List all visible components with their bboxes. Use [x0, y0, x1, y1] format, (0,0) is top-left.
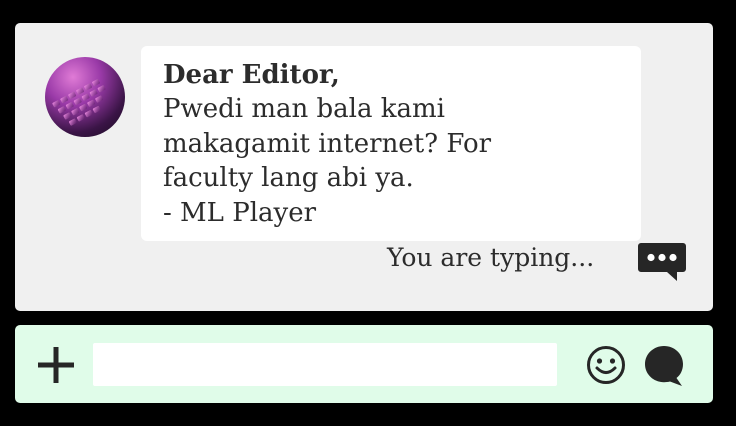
- emoji-button[interactable]: [585, 344, 627, 386]
- composer-bar: [15, 325, 713, 403]
- message-line: Pwedi man bala kami: [163, 94, 445, 124]
- message-greeting: Dear Editor,: [163, 60, 340, 90]
- typing-status: You are typing...: [387, 243, 595, 272]
- avatar: [45, 57, 125, 137]
- add-attachment-button[interactable]: [35, 344, 77, 386]
- keyboard-photo-icon: [52, 79, 106, 126]
- message-signature: - ML Player: [163, 197, 317, 228]
- send-button[interactable]: [641, 343, 687, 389]
- speech-bubble-send-icon: [645, 346, 683, 386]
- message-line: makagamit internet? For: [163, 128, 492, 159]
- message-input[interactable]: [93, 343, 557, 386]
- typing-speech-bubble-icon: [638, 243, 686, 281]
- chat-panel: Dear Editor, Pwedi man bala kami makagam…: [15, 23, 713, 311]
- smiley-face-icon: [587, 346, 625, 384]
- message-bubble: Dear Editor, Pwedi man bala kami makagam…: [141, 46, 641, 241]
- message-line: faculty lang abi ya.: [163, 163, 414, 193]
